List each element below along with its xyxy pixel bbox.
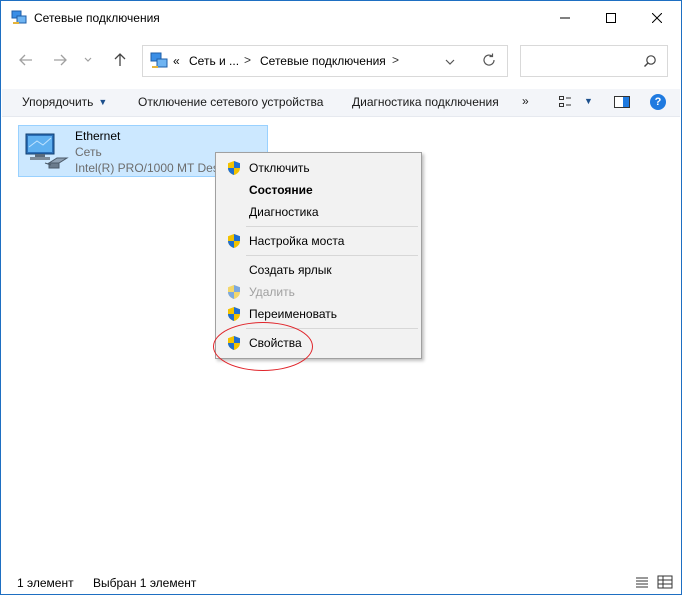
- search-box[interactable]: [520, 45, 668, 77]
- connection-network: Сеть: [75, 145, 102, 159]
- menu-item-label: Диагностика: [249, 205, 319, 219]
- menu-item-diagnostics[interactable]: Диагностика: [218, 201, 419, 223]
- minimize-button[interactable]: [542, 2, 588, 34]
- menu-item-label: Отключить: [249, 161, 310, 175]
- menu-item-label: Настройка моста: [249, 234, 345, 248]
- view-options-caret-icon[interactable]: ▼: [584, 96, 593, 106]
- menu-separator: [246, 328, 418, 329]
- search-icon: [643, 54, 657, 71]
- address-dropdown-button[interactable]: [445, 55, 455, 69]
- address-segment-connections[interactable]: Сетевые подключения: [260, 54, 386, 68]
- uac-shield-icon: [226, 335, 242, 351]
- command-toolbar: Упорядочить ▼ Отключение сетевого устройс…: [2, 89, 680, 117]
- uac-shield-icon: [226, 284, 242, 300]
- maximize-button[interactable]: [588, 2, 634, 34]
- address-separator[interactable]: >: [244, 53, 251, 67]
- menu-item-disable[interactable]: Отключить: [218, 157, 419, 179]
- disable-device-button[interactable]: Отключение сетевого устройства: [138, 95, 323, 109]
- ethernet-adapter-icon: [23, 131, 69, 171]
- menu-item-delete[interactable]: Удалить: [218, 281, 419, 303]
- address-segment-network[interactable]: Сеть и ...: [189, 54, 239, 68]
- toolbar-overflow-button[interactable]: »: [522, 94, 529, 108]
- navigation-bar: « Сеть и ... > Сетевые подключения >: [2, 41, 680, 81]
- network-connections-icon: [11, 10, 27, 26]
- forward-arrow-icon: [54, 54, 67, 66]
- connection-name: Ethernet: [75, 129, 121, 143]
- chevron-down-icon: [84, 57, 92, 62]
- menu-item-rename[interactable]: Переименовать: [218, 303, 419, 325]
- uac-shield-icon: [226, 233, 242, 249]
- chevron-down-icon: [445, 59, 455, 65]
- context-menu: Отключить Состояние Диагностика Настройк…: [215, 152, 422, 359]
- menu-item-properties[interactable]: Свойства: [218, 332, 419, 354]
- uac-shield-icon: [226, 160, 242, 176]
- menu-separator: [246, 226, 418, 227]
- selected-count: Выбран 1 элемент: [93, 576, 197, 590]
- diagnose-connection-button[interactable]: Диагностика подключения: [352, 95, 499, 109]
- forward-button[interactable]: [49, 49, 71, 71]
- menu-item-create-shortcut[interactable]: Создать ярлык: [218, 259, 419, 281]
- menu-separator: [246, 255, 418, 256]
- menu-item-label: Удалить: [249, 285, 295, 299]
- title-bar[interactable]: Сетевые подключения: [2, 2, 680, 34]
- menu-item-status[interactable]: Состояние: [218, 179, 419, 201]
- status-bar: 1 элемент Выбран 1 элемент: [2, 571, 680, 593]
- help-icon[interactable]: ?: [650, 94, 666, 110]
- caret-down-icon: ▼: [98, 97, 108, 107]
- address-separator[interactable]: >: [392, 53, 399, 67]
- menu-item-bridge[interactable]: Настройка моста: [218, 230, 419, 252]
- preview-pane-icon[interactable]: [614, 96, 630, 111]
- up-button[interactable]: [109, 49, 131, 71]
- back-arrow-icon: [19, 54, 32, 66]
- up-arrow-icon: [114, 53, 126, 66]
- uac-shield-icon: [226, 306, 242, 322]
- network-connections-icon: [150, 52, 168, 70]
- address-overflow[interactable]: «: [173, 54, 180, 68]
- explorer-window: Сетевые подключения « Сеть и ... > Сетев…: [0, 0, 682, 595]
- view-options-icon[interactable]: [559, 96, 573, 111]
- refresh-icon: [483, 53, 495, 66]
- menu-item-label: Переименовать: [249, 307, 337, 321]
- close-button[interactable]: [634, 2, 680, 34]
- large-icons-view-icon[interactable]: [657, 575, 673, 589]
- menu-item-label: Свойства: [249, 336, 302, 350]
- organize-menu[interactable]: Упорядочить ▼: [22, 95, 107, 109]
- back-button[interactable]: [15, 49, 37, 71]
- window-title: Сетевые подключения: [34, 11, 160, 25]
- details-view-icon[interactable]: [634, 575, 650, 589]
- address-bar[interactable]: « Сеть и ... > Сетевые подключения >: [142, 45, 508, 77]
- connection-adapter: Intel(R) PRO/1000 MT Desk: [75, 161, 225, 175]
- item-count: 1 элемент: [17, 576, 74, 590]
- menu-item-label: Создать ярлык: [249, 263, 332, 277]
- refresh-button[interactable]: [481, 52, 497, 71]
- recent-locations-button[interactable]: [81, 49, 95, 71]
- menu-item-label: Состояние: [249, 183, 313, 197]
- organize-label: Упорядочить: [22, 95, 94, 109]
